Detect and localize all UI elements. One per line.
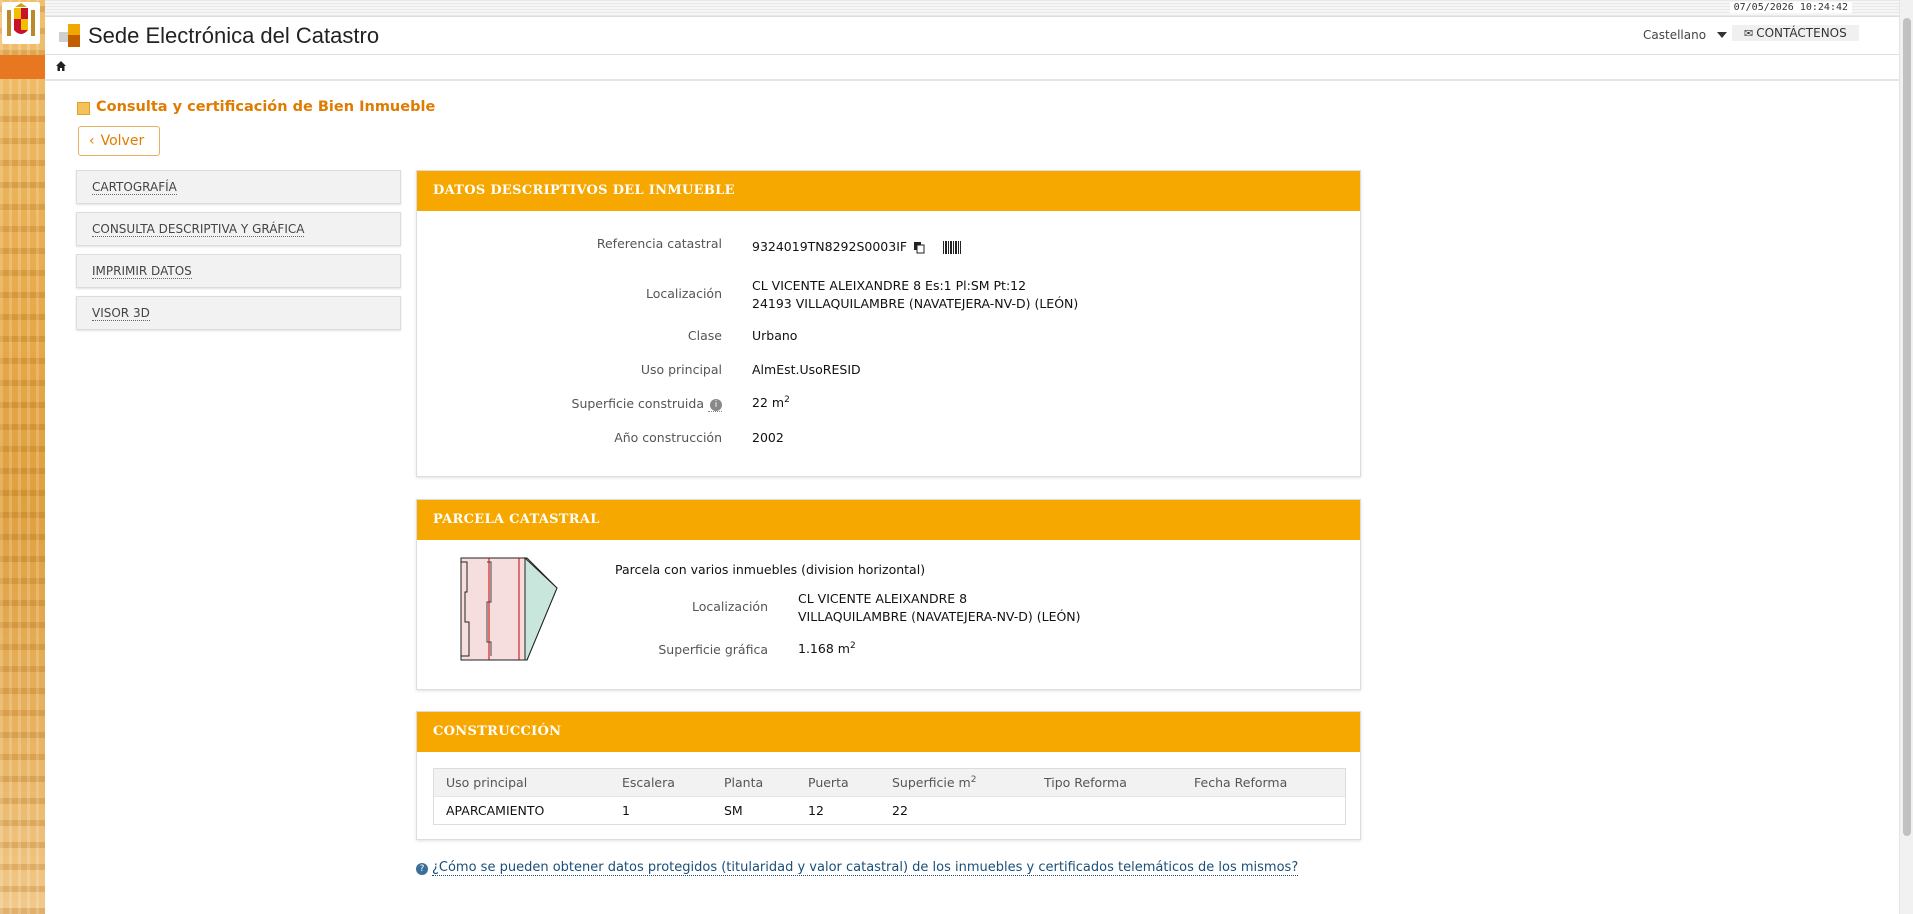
col-tipo-reforma: Tipo Reforma	[1032, 769, 1182, 797]
scrollbar[interactable]	[1899, 0, 1913, 914]
col-uso: Uso principal	[434, 769, 610, 797]
superficie-label: Superficie construida i	[417, 396, 722, 412]
uso-value: AlmEst.UsoRESID	[752, 362, 861, 377]
loc-line-1: CL VICENTE ALEIXANDRE 8 Es:1 Pl:SM Pt:12	[752, 278, 1027, 293]
decorative-side-banner	[0, 0, 45, 914]
uso-label: Uso principal	[640, 362, 722, 377]
parcela-catastral-panel: PARCELA CATASTRAL Parcela con varios inm…	[416, 499, 1361, 690]
construccion-table: Uso principal Escalera Planta Puerta Sup…	[434, 769, 1345, 824]
info-icon[interactable]: i	[708, 396, 722, 412]
side-menu: CARTOGRAFÍA CONSULTA DESCRIPTIVA Y GRÁFI…	[76, 170, 401, 338]
col-puerta: Puerta	[796, 769, 880, 797]
col-fecha-reforma: Fecha Reforma	[1182, 769, 1345, 797]
table-header-row: Uso principal Escalera Planta Puerta Sup…	[434, 769, 1345, 797]
cell-puerta: 12	[796, 796, 880, 824]
page-title: Consulta y certificación de Bien Inmuebl…	[96, 99, 436, 115]
cell-tipo-reforma	[1032, 796, 1182, 824]
parcela-sup-number: 1.168 m	[798, 641, 850, 657]
anio-label: Año construcción	[614, 430, 722, 445]
loc-label: Localización	[645, 286, 722, 301]
side-menu-item-consulta[interactable]: CONSULTA DESCRIPTIVA Y GRÁFICA	[76, 212, 401, 246]
parcela-loc-label: Localización	[691, 599, 768, 614]
parcela-loc-line-1: CL VICENTE ALEIXANDRE 8	[798, 591, 968, 606]
menu-toggle-tab[interactable]	[0, 55, 45, 79]
parcela-sup-value: 1.168 m2	[798, 641, 856, 656]
cell-escalera: 1	[610, 796, 712, 824]
table-row: APARCAMIENTO 1 SM 12 22	[434, 796, 1345, 824]
parcela-loc-line-2: VILLAQUILAMBRE (NAVATEJERA-NV-D) (LEÓN)	[798, 609, 1081, 624]
construccion-table-wrap: Uso principal Escalera Planta Puerta Sup…	[433, 768, 1346, 825]
panel-heading: DATOS DESCRIPTIVOS DEL INMUEBLE	[417, 171, 1360, 211]
col-superficie: Superficie m2	[880, 769, 1032, 797]
chevron-down-icon[interactable]	[1717, 32, 1727, 38]
home-icon[interactable]	[55, 60, 67, 72]
contact-label: CONTÁCTENOS	[1756, 26, 1847, 40]
cadastral-reference: 9324019TN8292S0003IF	[752, 239, 908, 254]
anio-value: 2002	[752, 430, 784, 445]
coat-of-arms-logo	[2, 2, 40, 44]
back-label: Volver	[100, 133, 145, 149]
site-header: Sede Electrónica del Catastro Castellano…	[45, 17, 1900, 55]
side-menu-item-cartografia[interactable]: CARTOGRAFÍA	[76, 170, 401, 204]
superficie-label-text: Superficie construida	[571, 396, 705, 411]
superficie-number: 22 m	[752, 395, 785, 411]
faq-link[interactable]: ? ¿Cómo se pueden obtener datos protegido…	[416, 860, 1299, 876]
superficie-exp: 2	[784, 395, 790, 405]
ref-label: Referencia catastral	[596, 236, 722, 251]
col-planta: Planta	[712, 769, 796, 797]
side-menu-item-visor-3d[interactable]: VISOR 3D	[76, 296, 401, 330]
scrollbar-thumb[interactable]	[1903, 18, 1911, 836]
help-icon: ?	[416, 863, 428, 875]
breadcrumb	[45, 55, 1900, 81]
clase-value: Urbano	[752, 328, 798, 343]
superficie-value: 22 m2	[752, 395, 790, 410]
parcela-sup-label: Superficie gráfica	[658, 642, 768, 657]
language-selector[interactable]: Castellano	[1643, 28, 1706, 42]
parcela-sup-exp: 2	[849, 641, 856, 651]
side-menu-item-imprimir[interactable]: IMPRIMIR DATOS	[76, 254, 401, 288]
cell-fecha-reforma	[1182, 796, 1345, 824]
cell-planta: SM	[712, 796, 796, 824]
parcela-loc-value: CL VICENTE ALEIXANDRE 8 VILLAQUILAMBRE (…	[798, 590, 1081, 626]
title-square-icon	[77, 102, 90, 115]
envelope-icon: ✉	[1744, 27, 1754, 40]
back-button[interactable]: ‹ Volver	[78, 126, 160, 156]
clase-label: Clase	[687, 328, 722, 343]
catastro-logo-icon	[59, 24, 83, 48]
col-escalera: Escalera	[610, 769, 712, 797]
chevron-left-icon: ‹	[89, 133, 95, 149]
loc-value: CL VICENTE ALEIXANDRE 8 Es:1 Pl:SM Pt:12…	[752, 277, 1078, 313]
construccion-panel: CONSTRUCCIÓN Uso principal Escalera Plan…	[416, 711, 1361, 840]
system-bar: 07/05/2026 10:24:42	[45, 0, 1900, 17]
datetime-display: 07/05/2026 10:24:42	[1729, 2, 1852, 13]
panel-heading: PARCELA CATASTRAL	[417, 500, 1360, 540]
parcela-description: Parcela con varios inmuebles (division h…	[615, 562, 926, 577]
site-title[interactable]: Sede Electrónica del Catastro	[88, 23, 379, 49]
contact-button[interactable]: ✉ CONTÁCTENOS	[1732, 25, 1859, 41]
datos-descriptivos-panel: DATOS DESCRIPTIVOS DEL INMUEBLE Referenc…	[416, 170, 1361, 477]
copy-icon[interactable]	[913, 241, 925, 254]
cell-uso: APARCAMIENTO	[434, 796, 610, 824]
faq-link-text[interactable]: ¿Cómo se pueden obtener datos protegidos…	[432, 860, 1299, 876]
panel-heading: CONSTRUCCIÓN	[417, 712, 1360, 752]
cell-superficie: 22	[880, 796, 1032, 824]
ref-value: 9324019TN8292S0003IF	[752, 239, 962, 254]
barcode-icon[interactable]	[943, 241, 962, 254]
loc-line-2: 24193 VILLAQUILAMBRE (NAVATEJERA-NV-D) (…	[752, 296, 1079, 311]
